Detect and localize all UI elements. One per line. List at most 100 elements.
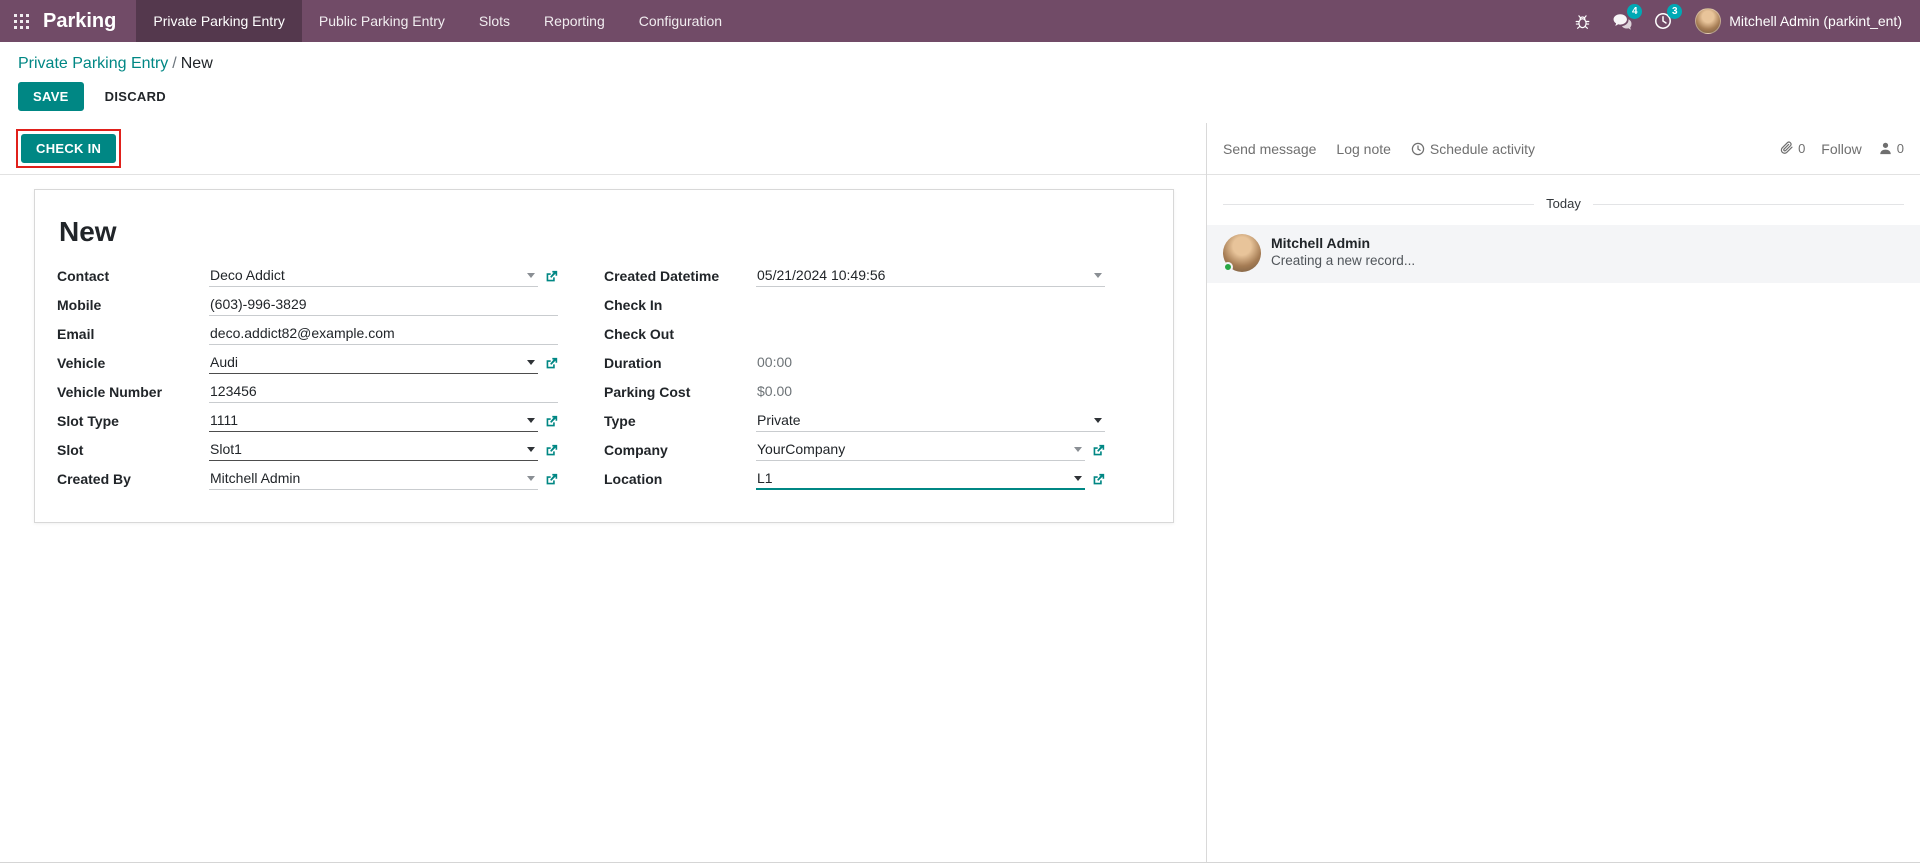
vehicle-number-value: 123456	[210, 383, 257, 399]
created-datetime-value: 05/21/2024 10:49:56	[757, 267, 885, 283]
slot-internal-link-icon[interactable]	[545, 444, 558, 457]
chevron-down-icon	[527, 418, 535, 423]
send-message-button[interactable]: Send message	[1223, 141, 1316, 157]
field-label-location: Location	[604, 471, 756, 490]
form-sheet: New Contact Deco Addict	[34, 189, 1174, 523]
chatter-panel: Send message Log note Schedule activity …	[1206, 123, 1920, 862]
vehicle-internal-link-icon[interactable]	[545, 357, 558, 370]
breadcrumb-separator: /	[168, 55, 180, 72]
field-label-check-out: Check Out	[604, 326, 756, 345]
online-status-dot	[1223, 262, 1233, 272]
company-internal-link-icon[interactable]	[1092, 444, 1105, 457]
nav-item-reporting[interactable]: Reporting	[527, 0, 622, 42]
contact-field[interactable]: Deco Addict	[209, 266, 538, 287]
field-row-type: Type Private	[604, 411, 1105, 432]
email-value: deco.addict82@example.com	[210, 325, 395, 341]
chatter-toolbar: Send message Log note Schedule activity …	[1207, 123, 1920, 175]
field-row-vehicle: Vehicle Audi	[57, 353, 558, 374]
field-label-duration: Duration	[604, 355, 756, 374]
field-row-company: Company YourCompany	[604, 440, 1105, 461]
nav-item-configuration[interactable]: Configuration	[622, 0, 739, 42]
field-column-left: Contact Deco Addict Mobile (60	[57, 266, 604, 498]
messages-icon[interactable]: 4	[1602, 0, 1643, 42]
discard-button[interactable]: DISCARD	[96, 82, 175, 111]
chevron-down-icon	[1094, 418, 1102, 423]
user-name: Mitchell Admin (parkint_ent)	[1729, 13, 1902, 29]
field-row-created-datetime: Created Datetime 05/21/2024 10:49:56	[604, 266, 1105, 287]
check-out-field[interactable]	[756, 324, 1105, 345]
created-datetime-field[interactable]: 05/21/2024 10:49:56	[756, 266, 1105, 287]
company-value: YourCompany	[757, 441, 845, 457]
duration-value: 00:00	[757, 354, 792, 370]
field-row-vehicle-number: Vehicle Number 123456	[57, 382, 558, 403]
location-field[interactable]: L1	[756, 469, 1085, 490]
company-field[interactable]: YourCompany	[756, 440, 1085, 461]
vehicle-field[interactable]: Audi	[209, 353, 538, 374]
apps-menu-icon[interactable]	[0, 0, 43, 42]
date-divider-label: Today	[1534, 196, 1593, 211]
app-name[interactable]: Parking	[43, 0, 136, 42]
activities-icon[interactable]: 3	[1643, 0, 1683, 42]
schedule-activity-button[interactable]: Schedule activity	[1411, 141, 1535, 157]
message-avatar	[1223, 234, 1261, 272]
field-columns: Contact Deco Addict Mobile (60	[57, 266, 1151, 498]
mobile-field[interactable]: (603)-996-3829	[209, 295, 558, 316]
slot-type-field[interactable]: 1111	[209, 411, 538, 432]
field-label-vehicle: Vehicle	[57, 355, 209, 374]
contact-internal-link-icon[interactable]	[545, 270, 558, 283]
vehicle-number-field[interactable]: 123456	[209, 382, 558, 403]
chevron-down-icon	[1074, 476, 1082, 481]
attachment-count: 0	[1798, 141, 1805, 156]
person-icon	[1878, 141, 1893, 156]
field-row-mobile: Mobile (603)-996-3829	[57, 295, 558, 316]
contact-value: Deco Addict	[210, 267, 285, 283]
field-label-created-datetime: Created Datetime	[604, 268, 756, 287]
nav-item-public-parking-entry[interactable]: Public Parking Entry	[302, 0, 462, 42]
check-in-button[interactable]: CHECK IN	[21, 134, 116, 163]
vehicle-value: Audi	[210, 354, 238, 370]
breadcrumb-parent-link[interactable]: Private Parking Entry	[18, 55, 168, 72]
created-by-internal-link-icon[interactable]	[545, 473, 558, 486]
slot-type-internal-link-icon[interactable]	[545, 415, 558, 428]
field-label-contact: Contact	[57, 268, 209, 287]
form-area: CHECK IN New Contact Deco Addict	[0, 123, 1206, 862]
field-row-email: Email deco.addict82@example.com	[57, 324, 558, 345]
save-button[interactable]: SAVE	[18, 82, 84, 111]
created-by-field[interactable]: Mitchell Admin	[209, 469, 538, 490]
chevron-down-icon	[527, 447, 535, 452]
slot-value: Slot1	[210, 441, 242, 457]
record-title: New	[59, 214, 1151, 250]
type-select[interactable]: Private	[756, 411, 1105, 432]
field-row-duration: Duration 00:00	[604, 353, 1105, 374]
nav-item-slots[interactable]: Slots	[462, 0, 527, 42]
follow-button[interactable]: Follow	[1821, 141, 1861, 157]
field-row-created-by: Created By Mitchell Admin	[57, 469, 558, 490]
debug-bug-icon[interactable]	[1563, 0, 1602, 42]
check-in-field[interactable]	[756, 295, 1105, 316]
user-avatar	[1695, 8, 1721, 34]
nav-item-private-parking-entry[interactable]: Private Parking Entry	[136, 0, 302, 42]
field-label-slot-type: Slot Type	[57, 413, 209, 432]
checkin-highlight-box: CHECK IN	[16, 129, 121, 168]
slot-field[interactable]: Slot1	[209, 440, 538, 461]
message-text: Creating a new record...	[1271, 253, 1415, 268]
message-author[interactable]: Mitchell Admin	[1271, 235, 1415, 251]
location-internal-link-icon[interactable]	[1092, 473, 1105, 486]
parking-app-window: Parking Private Parking Entry Public Par…	[0, 0, 1920, 863]
app-menus: Private Parking Entry Public Parking Ent…	[136, 0, 739, 42]
messages-badge: 4	[1627, 4, 1642, 19]
duration-field: 00:00	[756, 353, 1105, 374]
field-row-contact: Contact Deco Addict	[57, 266, 558, 287]
field-label-mobile: Mobile	[57, 297, 209, 316]
user-menu[interactable]: Mitchell Admin (parkint_ent)	[1683, 8, 1906, 34]
follower-count: 0	[1897, 141, 1904, 156]
chatter-message: Mitchell Admin Creating a new record...	[1207, 225, 1920, 283]
attachments-button[interactable]: 0	[1779, 141, 1805, 156]
field-row-slot-type: Slot Type 1111	[57, 411, 558, 432]
main-content: CHECK IN New Contact Deco Addict	[0, 123, 1920, 862]
log-note-button[interactable]: Log note	[1336, 141, 1391, 157]
email-field[interactable]: deco.addict82@example.com	[209, 324, 558, 345]
followers-button[interactable]: 0	[1878, 141, 1904, 156]
top-navbar: Parking Private Parking Entry Public Par…	[0, 0, 1920, 42]
field-row-slot: Slot Slot1	[57, 440, 558, 461]
